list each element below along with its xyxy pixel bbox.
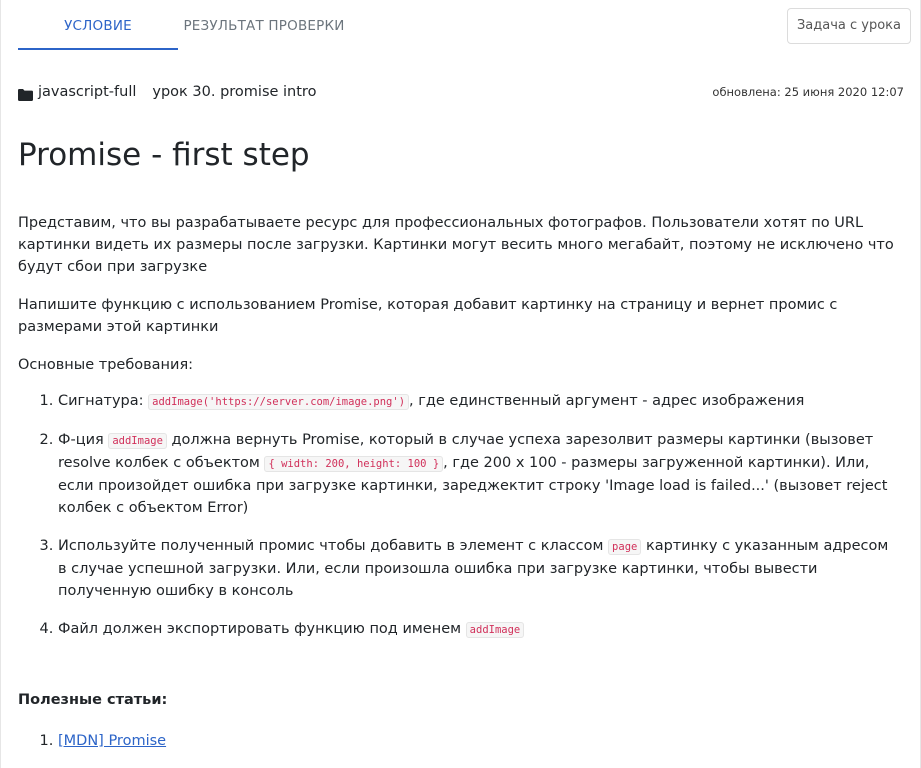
task-meta: javascript-full урок 30. promise intro о… (18, 80, 904, 104)
requirement-text: Сигнатура: (58, 393, 149, 409)
list-item: Ф-ция addImage должна вернуть Promise, к… (58, 429, 898, 519)
tab-bar: УСЛОВИЕ РЕЗУЛЬТАТ ПРОВЕРКИ (18, 0, 350, 50)
lesson-task-button[interactable]: Задача с урока (786, 8, 911, 44)
task-paragraph: Напишите функцию с использованием Promis… (18, 297, 838, 335)
task-description: Представим, что вы разрабатываете ресурс… (18, 212, 898, 657)
tab-condition[interactable]: УСЛОВИЕ (18, 0, 178, 50)
inline-code: addImage (108, 433, 167, 449)
requirement-text: Используйте полученный промис чтобы доба… (58, 538, 609, 554)
intro-paragraph: Представим, что вы разрабатываете ресурс… (18, 215, 894, 275)
inline-code: addImage('https://server.com/image.png') (148, 394, 410, 410)
requirement-text: , где единственный аргумент - адрес изоб… (409, 393, 805, 409)
useful-articles-heading: Полезные статьи: (18, 692, 168, 708)
course-name[interactable]: javascript-full (38, 84, 136, 100)
useful-articles-list: [MDN] Promise (18, 730, 166, 752)
list-item: Сигнатура: addImage('https://server.com/… (58, 390, 898, 413)
requirements-heading: Основные требования: (18, 357, 194, 373)
requirement-text: Ф-ция (58, 432, 109, 448)
page-title: Promise - first step (18, 137, 310, 173)
mdn-promise-link[interactable]: [MDN] Promise (58, 733, 166, 749)
updated-timestamp: обновлена: 25 июня 2020 12:07 (712, 85, 904, 99)
folder-icon (18, 86, 33, 101)
list-item: Файл должен экспортировать функцию под и… (58, 618, 898, 641)
tab-check-result[interactable]: РЕЗУЛЬТАТ ПРОВЕРКИ (178, 0, 350, 50)
requirements-list: Сигнатура: addImage('https://server.com/… (18, 390, 898, 641)
inline-code: { width: 200, height: 100 } (264, 456, 444, 472)
task-page: УСЛОВИЕ РЕЗУЛЬТАТ ПРОВЕРКИ Задача с урок… (0, 0, 921, 768)
inline-code: addImage (465, 622, 525, 638)
list-item: Используйте полученный промис чтобы доба… (58, 535, 898, 602)
requirement-text: Файл должен экспортировать функцию под и… (58, 621, 466, 637)
inline-code: page (608, 539, 642, 555)
list-item: [MDN] Promise (58, 730, 166, 752)
lesson-name[interactable]: урок 30. promise intro (152, 84, 316, 100)
